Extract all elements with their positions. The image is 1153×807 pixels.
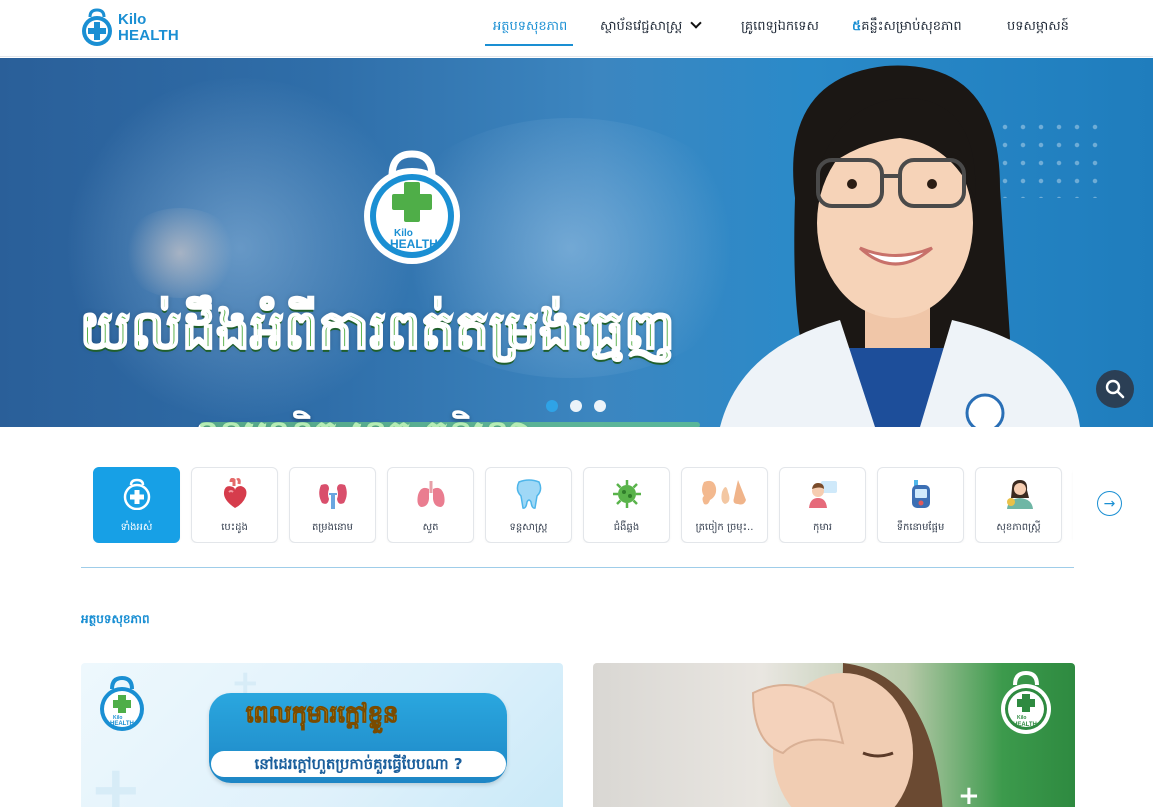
heart-icon <box>223 478 246 508</box>
kilo-health-badge-icon: Kilo HEALTH <box>364 150 460 264</box>
site-header: Kilo HEALTH អត្ថបទសុខភាព ស្ថាប័នវេជ្ជសាស… <box>0 0 1153 57</box>
category-dentistry[interactable]: ទន្តសាស្ត្រ <box>485 467 572 543</box>
chevron-down-icon <box>690 17 702 29</box>
category-lungs[interactable]: សួត <box>387 467 474 543</box>
slider-dot[interactable] <box>546 400 558 412</box>
nav-medical-institutions-label: ស្ថាប័នវេជ្ជសាស្ត្រ <box>600 19 683 34</box>
badge-text-health: HEALTH <box>390 237 438 251</box>
hero-glow-strip <box>200 422 700 427</box>
site-logo[interactable]: Kilo HEALTH <box>80 8 179 48</box>
category-all[interactable]: ទាំងអស់ <box>93 467 180 543</box>
search-button[interactable] <box>1096 370 1134 408</box>
tooth-icon <box>516 479 541 509</box>
category-kidney[interactable]: តម្រងនោម <box>289 467 376 543</box>
virus-icon <box>612 480 641 508</box>
nav-health-articles[interactable]: អត្ថបទសុខភាព <box>493 18 567 37</box>
badge-text-kilo: Kilo <box>1017 715 1026 721</box>
kilo-health-logo-icon <box>82 8 112 46</box>
kidney-icon <box>318 484 347 509</box>
article-photo-woman <box>751 663 943 807</box>
arrow-right-icon: → <box>1103 495 1116 512</box>
category-label: តម្រងនោម <box>311 522 354 533</box>
logo-text-kilo: Kilo <box>118 11 147 28</box>
lungs-icon <box>416 481 445 507</box>
nav-specialist-doctors[interactable]: គ្រូពេទ្យឯកទេស <box>741 18 819 37</box>
category-label: ត្រចៀក ច្រមុះ.. <box>695 522 754 533</box>
logo-text-health: HEALTH <box>118 27 179 44</box>
search-icon <box>1105 379 1125 399</box>
category-label: សុខភាពស្ត្រី <box>996 522 1041 533</box>
category-diabetes[interactable]: ទឹកនោមផ្អែម <box>877 467 964 543</box>
slider-dot[interactable] <box>570 400 582 412</box>
article-headline: ពេលកុមារក្តៅខ្លួន <box>245 700 399 729</box>
category-heart[interactable]: បេះដូង <box>191 467 278 543</box>
plus-decoration-icon: + <box>958 781 980 807</box>
hero-title: យល់ដឹងអំពីការពត់តម្រង់ធ្មេញ <box>79 299 676 362</box>
slider-dots <box>546 400 606 412</box>
slider-dot[interactable] <box>594 400 606 412</box>
category-carousel: ទាំងអស់ បេះដូង តម្រងនោម សួត ទន្តសាស្ត្រ … <box>93 467 1073 543</box>
category-label: ទឹកនោមផ្អែម <box>896 522 945 533</box>
nav-interviews[interactable]: បទសម្ភាសន៍ <box>1007 18 1069 37</box>
kilo-health-badge-icon: Kilo HEALTH <box>1001 670 1051 734</box>
nav-health-tips[interactable]: ៥គន្លឹះសម្រាប់សុខភាព <box>852 18 962 37</box>
category-label: បេះដូង <box>221 522 248 533</box>
carousel-next-button[interactable]: → <box>1097 491 1122 516</box>
all-icon <box>123 478 150 510</box>
category-label: សួត <box>422 522 439 533</box>
glucose-meter-icon <box>911 480 930 508</box>
hero-background-blur <box>120 208 240 298</box>
nav-medical-institutions[interactable]: ស្ថាប័នវេជ្ជសាស្ត្រ <box>600 17 702 37</box>
plus-decoration-icon: + <box>89 753 143 807</box>
article-card[interactable]: + Kilo HEALTH <box>593 663 1075 807</box>
category-label: ទន្តសាស្ត្រ <box>509 522 548 533</box>
section-divider <box>81 567 1074 568</box>
article-card[interactable]: + + Kilo HEALTH ពេលកុមារក្តៅខ្លួន នៅដេរក… <box>81 663 563 807</box>
article-subline: នៅដេរក្តៅហួតប្រកាច់គួរធ្វើបែបណា ? <box>211 751 506 777</box>
category-label: ជំងឺឆ្លង <box>613 522 640 533</box>
category-label: កុមារ <box>812 522 833 533</box>
category-infectious-disease[interactable]: ជំងឺឆ្លង <box>583 467 670 543</box>
nav-active-indicator <box>485 44 573 46</box>
child-icon <box>808 481 837 508</box>
doctor-portrait <box>720 65 1080 427</box>
badge-text-health: HEALTH <box>1013 722 1037 728</box>
category-children[interactable]: កុមារ <box>779 467 866 543</box>
category-womens-health[interactable]: សុខភាពស្ត្រី <box>975 467 1062 543</box>
section-title: អត្ថបទសុខភាព <box>81 612 150 626</box>
category-ent[interactable]: ត្រចៀក ច្រមុះ.. <box>681 467 768 543</box>
woman-health-icon <box>1006 480 1033 509</box>
nav-health-tips-number: ៥ <box>852 19 862 34</box>
hero-banner[interactable]: Kilo HEALTH យល់ដឹងអំពីការពត់តម្រង់ធ្មេញ … <box>0 58 1153 427</box>
ear-nose-icon <box>701 480 746 505</box>
category-label: ទាំងអស់ <box>120 522 153 533</box>
nav-health-tips-label: គន្លឹះសម្រាប់សុខភាព <box>861 19 962 34</box>
